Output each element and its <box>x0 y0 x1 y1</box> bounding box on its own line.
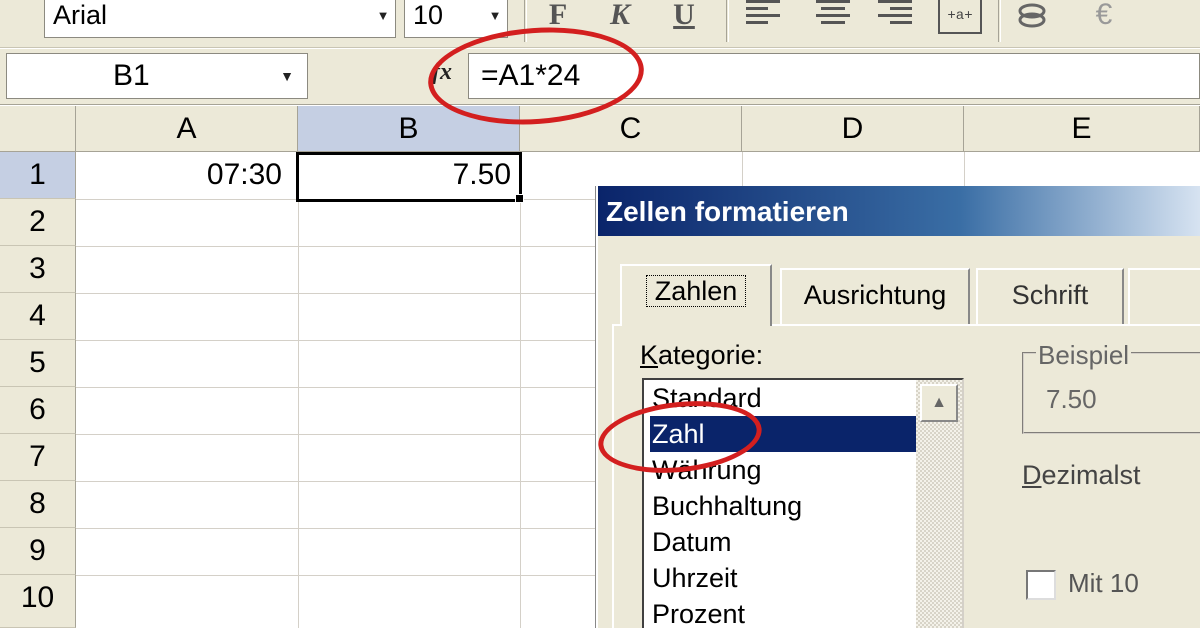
row-header-2[interactable]: 2 <box>0 199 76 246</box>
list-item-waehrung[interactable]: Währung <box>650 452 916 488</box>
grid-line <box>298 152 299 628</box>
align-center-icon[interactable] <box>816 0 854 30</box>
row-header-5[interactable]: 5 <box>0 340 76 387</box>
format-cells-dialog: Zellen formatieren Zahlen Ausrichtung Sc… <box>596 186 1200 628</box>
kategorie-listbox[interactable]: Standard Zahl Währung Buchhaltung Datum … <box>642 378 964 628</box>
select-all-corner[interactable] <box>0 106 76 152</box>
row-header-6[interactable]: 6 <box>0 387 76 434</box>
dezimalstellen-label: Dezimalst <box>1022 460 1141 491</box>
font-name-value: Arial <box>53 0 108 30</box>
list-item-zahl[interactable]: Zahl <box>650 416 916 452</box>
fill-handle[interactable] <box>515 194 524 203</box>
font-name-select[interactable]: Arial ▼ <box>44 0 396 38</box>
tausender-checkbox-label: Mit 10 <box>1068 568 1139 598</box>
list-item-datum[interactable]: Datum <box>650 524 916 560</box>
row-header-4[interactable]: 4 <box>0 293 76 340</box>
chevron-down-icon[interactable]: ▼ <box>371 0 395 37</box>
name-box[interactable]: B1 ▼ <box>6 53 308 99</box>
dezimal-label-text: ezimalst <box>1041 460 1141 490</box>
toolbar-separator <box>998 0 1001 42</box>
italic-button[interactable]: K <box>600 0 640 36</box>
row-header-9[interactable]: 9 <box>0 528 76 575</box>
toolbar-separator <box>726 0 729 42</box>
tab-more[interactable] <box>1128 268 1200 324</box>
row-header-3[interactable]: 3 <box>0 246 76 293</box>
scroll-up-icon[interactable]: ▲ <box>920 384 958 422</box>
font-size-select[interactable]: 10 ▼ <box>404 0 508 38</box>
tab-zahlen-label: Zahlen <box>645 275 747 307</box>
list-item-buchhaltung[interactable]: Buchhaltung <box>650 488 916 524</box>
row-header-8[interactable]: 8 <box>0 481 76 528</box>
tausender-checkbox[interactable] <box>1026 570 1056 600</box>
tab-schrift[interactable]: Schrift <box>976 268 1124 324</box>
dialog-title[interactable]: Zellen formatieren <box>598 186 1200 236</box>
column-header-c[interactable]: C <box>520 106 742 152</box>
formula-input[interactable]: =A1*24 <box>468 53 1200 99</box>
merge-center-button[interactable]: +a+ <box>938 0 982 34</box>
formula-bar: B1 ▼ fx =A1*24 <box>0 49 1200 105</box>
kategorie-accesskey: K <box>640 340 659 370</box>
row-header-7[interactable]: 7 <box>0 434 76 481</box>
row-header-1[interactable]: 1 <box>0 152 76 199</box>
list-item-prozent[interactable]: Prozent <box>650 596 916 628</box>
bold-button[interactable]: F <box>538 0 578 36</box>
list-item-uhrzeit[interactable]: Uhrzeit <box>650 560 916 596</box>
font-size-value: 10 <box>413 0 444 30</box>
cell-b1[interactable]: 7.50 <box>296 152 522 202</box>
chevron-down-icon[interactable]: ▼ <box>267 54 307 98</box>
dezimal-accesskey: D <box>1022 460 1042 490</box>
toolbar-separator <box>524 0 527 42</box>
column-header-a[interactable]: A <box>76 106 298 152</box>
tab-ausrichtung[interactable]: Ausrichtung <box>780 268 970 324</box>
column-header-e[interactable]: E <box>964 106 1200 152</box>
list-item-standard[interactable]: Standard <box>650 380 916 416</box>
fx-icon[interactable]: fx <box>432 59 452 86</box>
column-header-b[interactable]: B <box>298 106 520 152</box>
name-box-value: B1 <box>113 59 150 92</box>
align-left-icon[interactable] <box>746 0 784 30</box>
beispiel-value: 7.50 <box>1046 384 1097 414</box>
column-header-d[interactable]: D <box>742 106 964 152</box>
grid-line <box>520 152 521 628</box>
cell-a1[interactable]: 07:30 <box>76 152 290 199</box>
chevron-down-icon[interactable]: ▼ <box>483 0 507 37</box>
euro-button[interactable]: € <box>1084 0 1124 36</box>
kategorie-label-text: ategorie: <box>658 340 764 370</box>
formatting-toolbar: Arial ▼ 10 ▼ F K U +a+ € <box>0 0 1200 48</box>
beispiel-label: Beispiel <box>1036 340 1132 371</box>
underline-button[interactable]: U <box>664 0 704 36</box>
tab-zahlen[interactable]: Zahlen <box>620 264 772 326</box>
kategorie-label: Kategorie: <box>640 340 763 371</box>
listbox-scrollbar[interactable]: ▲ <box>916 380 962 628</box>
currency-icon[interactable] <box>1012 0 1052 36</box>
row-header-10[interactable]: 10 <box>0 575 76 628</box>
align-right-icon[interactable] <box>878 0 916 30</box>
